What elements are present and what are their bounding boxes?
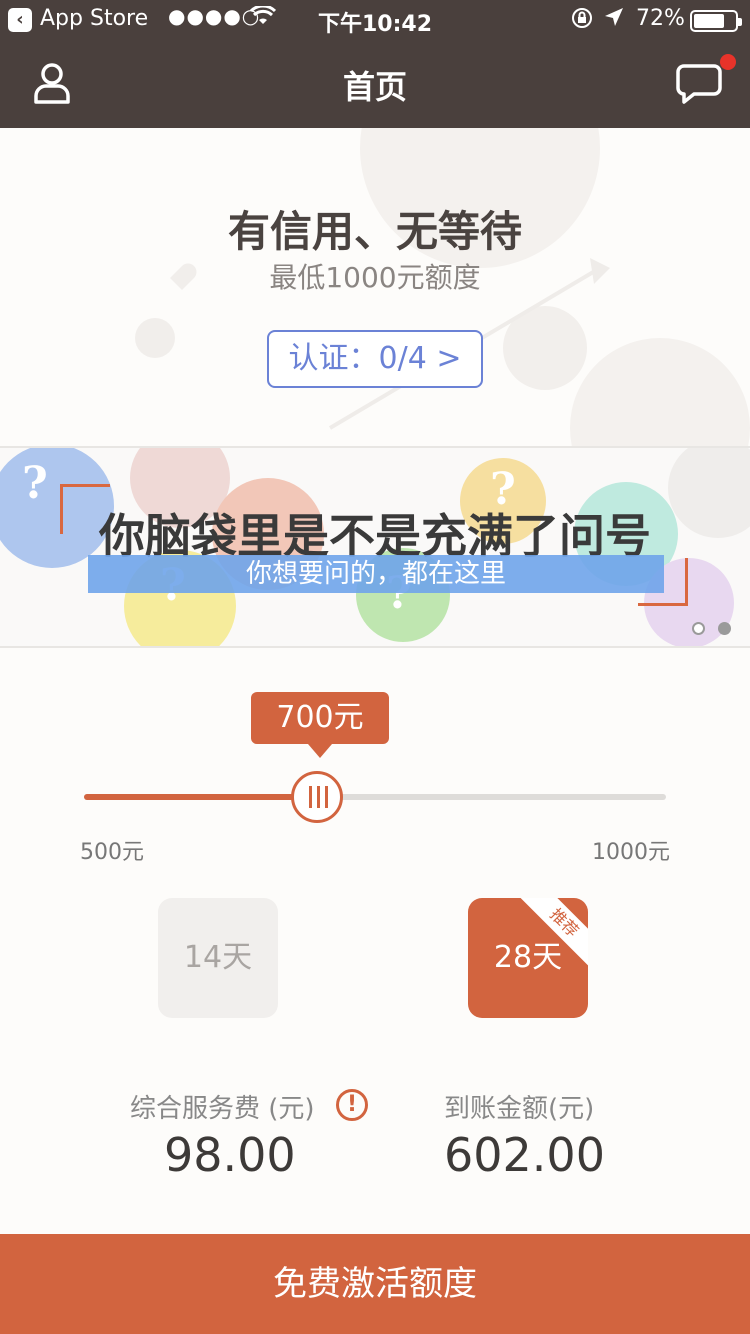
pager-dot-2[interactable]	[718, 622, 731, 635]
hero-subtitle: 最低1000元额度	[269, 261, 481, 294]
promo-banner[interactable]: ? ? ? ? 你脑袋里是不是充满了问号 你想要问的，都在这里	[0, 448, 750, 646]
rotation-lock-icon	[570, 6, 594, 36]
hero-title: 有信用、无等待	[227, 207, 522, 256]
pager-dot-1[interactable]	[692, 622, 705, 635]
page-title: 首页	[342, 68, 407, 106]
received-amount-value: 602.00	[444, 1128, 605, 1182]
location-icon	[603, 6, 625, 34]
slider-min-label: 500元	[80, 840, 144, 865]
tooltip-arrow	[308, 744, 332, 758]
activate-credit-button[interactable]: 免费激活额度	[0, 1234, 750, 1334]
info-warning-icon[interactable]: !	[336, 1089, 368, 1121]
battery-percent: 72%	[636, 6, 685, 31]
received-amount-label: 到账金额(元)	[444, 1094, 595, 1124]
status-bar: ‹ App Store ●●●●○ 下午10:42 72%	[0, 0, 750, 40]
banner-subtitle: 你想要问的，都在这里	[245, 559, 506, 589]
hero-section: 有信用、无等待 最低1000元额度 认证：0/4 >	[0, 128, 750, 446]
battery-icon	[690, 10, 742, 32]
service-fee-label: 综合服务费 (元)	[130, 1094, 315, 1124]
service-fee-value: 98.00	[164, 1128, 296, 1182]
verification-progress-button[interactable]: 认证：0/4 >	[267, 330, 483, 388]
divider	[0, 646, 750, 648]
message-icon[interactable]	[676, 60, 722, 106]
term-option-14-days[interactable]: 14天	[158, 898, 278, 1018]
top-bar: ‹ App Store ●●●●○ 下午10:42 72% 首页	[0, 0, 750, 128]
amount-slider-fill	[84, 794, 317, 800]
term-option-label: 28天	[493, 940, 563, 975]
amount-slider-thumb[interactable]	[290, 771, 343, 823]
slider-max-label: 1000元	[592, 840, 670, 865]
amount-value-tooltip: 700元	[251, 692, 389, 744]
notification-badge	[720, 54, 736, 70]
term-option-28-days[interactable]: 28天 推荐	[468, 898, 588, 1018]
